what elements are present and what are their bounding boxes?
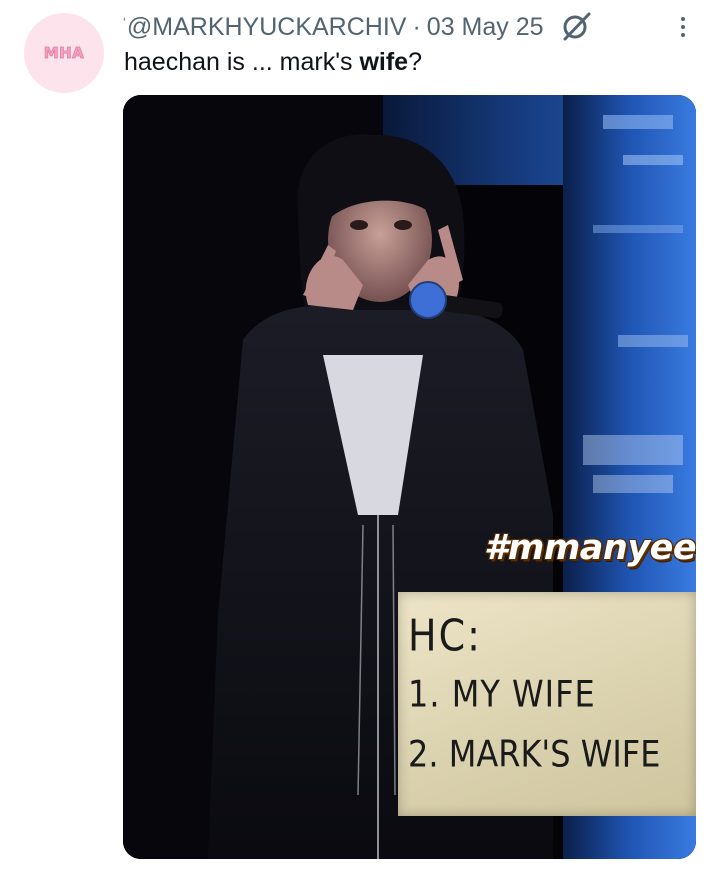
sign-line-1: HC: [408, 610, 482, 661]
post-image[interactable]: #mmanyee HC: 1. MY WIFE 2. MARK'S WIFE [123, 95, 696, 859]
author-handle[interactable]: @MARKHYUCKARCHIV [127, 13, 407, 42]
post-header: ʻ @MARKHYUCKARCHIV · 03 May 25 [123, 10, 697, 44]
handle-prefix: ʻ [123, 14, 126, 30]
post-date[interactable]: 03 May 25 [427, 13, 544, 42]
sign-line-3: 2. MARK'S WIFE [408, 732, 661, 776]
sign-line-2: 1. MY WIFE [408, 672, 596, 716]
avatar[interactable]: MHA [24, 13, 104, 93]
fan-sign: HC: 1. MY WIFE 2. MARK'S WIFE [398, 592, 696, 816]
hashtag-watermark: #mmanyee [484, 528, 696, 568]
post-text-end: ? [408, 48, 422, 76]
post-text-start: haechan is ... mark's [124, 48, 360, 76]
separator-dot: · [412, 12, 421, 41]
post-text-bold: wife [359, 48, 409, 76]
more-options-icon[interactable] [677, 13, 689, 41]
slashed-circle-icon [560, 12, 594, 42]
post-text: haechan is ... mark's wife? [124, 48, 422, 77]
avatar-logo-text: MHA [43, 44, 85, 63]
